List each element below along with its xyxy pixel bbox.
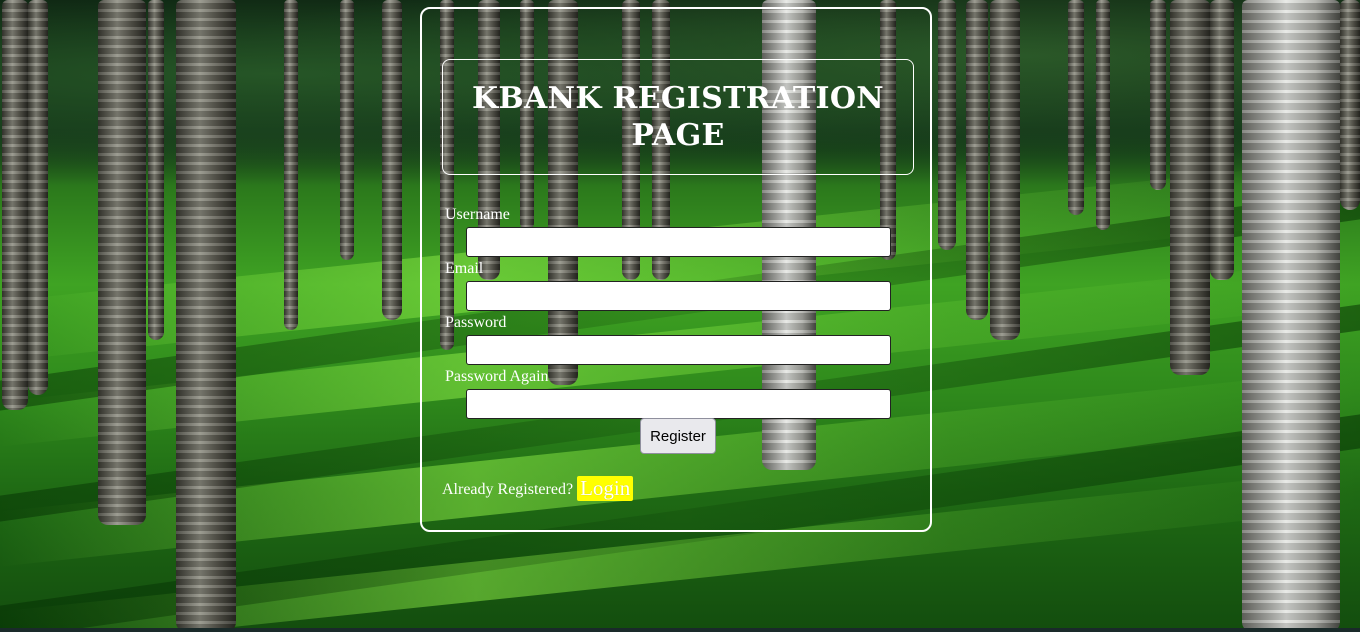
password-again-input[interactable]	[466, 389, 891, 419]
password-again-label: Password Again	[445, 368, 549, 385]
email-label: Email	[445, 260, 484, 277]
username-label: Username	[445, 206, 510, 223]
email-input[interactable]	[466, 281, 891, 311]
page-title: KBANK REGISTRATION PAGE	[472, 81, 884, 153]
password-label: Password	[445, 314, 507, 331]
registration-card: KBANK REGISTRATION PAGE Username Email P…	[420, 7, 932, 532]
already-registered-row: Already Registered? Login	[442, 476, 634, 501]
already-registered-text: Already Registered?	[442, 481, 574, 498]
register-button[interactable]: Register	[640, 418, 716, 454]
title-box: KBANK REGISTRATION PAGE	[442, 59, 914, 175]
login-link[interactable]: Login	[577, 476, 634, 501]
password-input[interactable]	[466, 335, 891, 365]
username-input[interactable]	[466, 227, 891, 257]
